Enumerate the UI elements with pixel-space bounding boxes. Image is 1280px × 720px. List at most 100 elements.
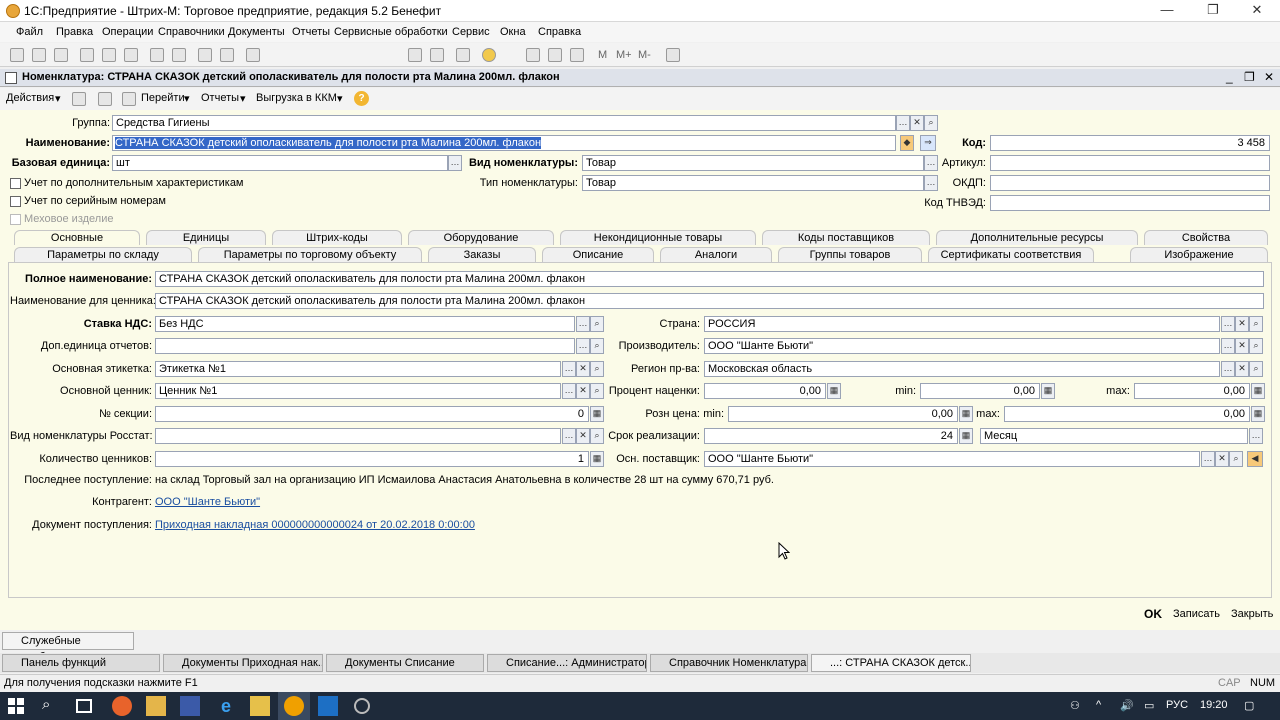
manufacturer-clear-icon[interactable]: ✕ xyxy=(1235,338,1249,354)
shelf-life-field[interactable]: 24 xyxy=(704,428,958,444)
item-kind-field[interactable]: Товар xyxy=(582,155,924,171)
window-tab-current[interactable]: ...: СТРАНА СКАЗОК детск... xyxy=(811,654,971,672)
outlook-icon[interactable] xyxy=(318,696,338,716)
tab-description[interactable]: Описание xyxy=(542,247,654,262)
group-select-button[interactable]: … xyxy=(896,115,910,131)
tab-units[interactable]: Единицы xyxy=(146,230,266,245)
actions-menu[interactable]: Действия xyxy=(6,92,54,104)
doc-minimize-icon[interactable]: _ xyxy=(1226,70,1233,84)
rosstat-clear-icon[interactable]: ✕ xyxy=(576,428,590,444)
menu-operations[interactable]: Операции xyxy=(102,26,153,38)
tab-substandard[interactable]: Некондиционные товары xyxy=(560,230,756,245)
main-supplier-field[interactable]: ООО "Шанте Бьюти" xyxy=(704,451,1200,467)
main-price-tag-select-button[interactable]: … xyxy=(562,383,576,399)
tab-product-groups[interactable]: Группы товаров xyxy=(778,247,922,262)
group-clear-icon[interactable]: ✕ xyxy=(910,115,924,131)
group-field[interactable]: Средства Гигиены xyxy=(112,115,896,131)
menu-file[interactable]: Файл xyxy=(16,26,43,38)
volume-icon[interactable]: 🔊 xyxy=(1120,699,1134,712)
price-tag-name-field[interactable]: СТРАНА СКАЗОК детский ополаскиватель для… xyxy=(155,293,1264,309)
main-supplier-clear-icon[interactable]: ✕ xyxy=(1215,451,1229,467)
country-search-icon[interactable]: ⌕ xyxy=(1249,316,1263,332)
serial-numbers-checkbox[interactable] xyxy=(10,196,21,207)
menu-service-tools[interactable]: Сервисные обработки xyxy=(334,26,448,38)
memory-minus-button[interactable]: M- xyxy=(638,49,651,61)
window-tab-receipts[interactable]: Документы Приходная нак... xyxy=(163,654,323,672)
retail-max-calc-icon[interactable]: ▦ xyxy=(1251,406,1265,422)
markup-min-field[interactable]: 0,00 xyxy=(920,383,1040,399)
country-clear-icon[interactable]: ✕ xyxy=(1235,316,1249,332)
article-field[interactable] xyxy=(990,155,1270,171)
kkm-dropdown-icon[interactable]: ▾ xyxy=(337,92,343,105)
name-field[interactable]: СТРАНА СКАЗОК детский ополаскиватель для… xyxy=(112,135,896,151)
extra-unit-select-button[interactable]: … xyxy=(576,338,590,354)
language-indicator[interactable]: РУС xyxy=(1166,699,1188,711)
menu-edit[interactable]: Правка xyxy=(56,26,93,38)
okdp-field[interactable] xyxy=(990,175,1270,191)
goto-dropdown-icon[interactable]: ▾ xyxy=(184,92,190,105)
edge-icon[interactable]: e xyxy=(216,696,236,716)
fur-item-checkbox[interactable] xyxy=(10,214,21,225)
full-name-field[interactable]: СТРАНА СКАЗОК детский ополаскиватель для… xyxy=(155,271,1264,287)
find-icon[interactable] xyxy=(246,48,260,62)
retail-min-field[interactable]: 0,00 xyxy=(728,406,958,422)
kkm-upload-menu[interactable]: Выгрузка в ККМ xyxy=(256,92,337,104)
price-tag-count-field[interactable]: 1 xyxy=(155,451,589,467)
window-tab-nomenclature[interactable]: Справочник Номенклатура xyxy=(650,654,808,672)
country-field[interactable]: РОССИЯ xyxy=(704,316,1220,332)
tab-warehouse-params[interactable]: Параметры по складу xyxy=(14,247,192,262)
tab-orders[interactable]: Заказы xyxy=(428,247,536,262)
tab-barcodes[interactable]: Штрих-коды xyxy=(272,230,402,245)
receipt-document-link[interactable]: Приходная накладная 000000000000024 от 2… xyxy=(155,519,475,531)
menu-service[interactable]: Сервис xyxy=(452,26,490,38)
start-icon[interactable] xyxy=(8,698,24,714)
tab-properties[interactable]: Свойства xyxy=(1144,230,1268,245)
region-search-icon[interactable]: ⌕ xyxy=(1249,361,1263,377)
search-next-icon[interactable] xyxy=(408,48,422,62)
markup-max-calc-icon[interactable]: ▦ xyxy=(1251,383,1265,399)
main-label-field[interactable]: Этикетка №1 xyxy=(155,361,561,377)
notes-icon[interactable] xyxy=(250,696,270,716)
cut-icon[interactable] xyxy=(80,48,94,62)
settings-icon[interactable] xyxy=(666,48,680,62)
markup-field[interactable]: 0,00 xyxy=(704,383,826,399)
manufacturer-search-icon[interactable]: ⌕ xyxy=(1249,338,1263,354)
shelf-life-unit-select-button[interactable]: … xyxy=(1249,428,1263,444)
help-icon[interactable] xyxy=(482,48,496,62)
firefox-icon[interactable] xyxy=(112,696,132,716)
menu-documents[interactable]: Документы xyxy=(228,26,285,38)
rosstat-select-button[interactable]: … xyxy=(562,428,576,444)
tab-equipment[interactable]: Оборудование xyxy=(408,230,554,245)
vat-field[interactable]: Без НДС xyxy=(155,316,575,332)
tab-extra-resources[interactable]: Дополнительные ресурсы xyxy=(936,230,1138,245)
tab-image[interactable]: Изображение xyxy=(1130,247,1268,262)
table-icon[interactable] xyxy=(570,48,584,62)
write-button[interactable]: Записать xyxy=(1173,608,1220,620)
extra-characteristics-checkbox[interactable] xyxy=(10,178,21,189)
tab-store-params[interactable]: Параметры по торговому объекту xyxy=(198,247,422,262)
main-supplier-select-button[interactable]: … xyxy=(1201,451,1215,467)
app-circle-icon[interactable] xyxy=(354,698,370,714)
window-tab-writeoff-list[interactable]: Документы Списание xyxy=(326,654,484,672)
redo-icon[interactable] xyxy=(220,48,234,62)
close-button[interactable]: Закрыть xyxy=(1231,608,1273,620)
memory-plus-button[interactable]: M+ xyxy=(616,49,632,61)
counterparty-link[interactable]: ООО "Шанте Бьюти" xyxy=(155,496,260,508)
main-price-tag-clear-icon[interactable]: ✕ xyxy=(576,383,590,399)
network-icon[interactable]: ▭ xyxy=(1144,699,1154,712)
paste-icon[interactable] xyxy=(124,48,138,62)
region-clear-icon[interactable]: ✕ xyxy=(1235,361,1249,377)
item-type-select-button[interactable]: … xyxy=(924,175,938,191)
reports-dropdown-icon[interactable]: ▾ xyxy=(240,92,246,105)
section-field[interactable]: 0 xyxy=(155,406,589,422)
window-tab-functions[interactable]: Панель функций xyxy=(2,654,160,672)
task-view-icon[interactable] xyxy=(76,699,92,713)
1c-icon[interactable] xyxy=(284,696,304,716)
markup-min-calc-icon[interactable]: ▦ xyxy=(1041,383,1055,399)
tab-certificates[interactable]: Сертификаты соответствия xyxy=(928,247,1094,262)
save-app-icon[interactable] xyxy=(180,696,200,716)
search-icon[interactable]: ⌕ xyxy=(42,696,62,716)
country-select-button[interactable]: … xyxy=(1221,316,1235,332)
save-icon[interactable] xyxy=(54,48,68,62)
markup-max-field[interactable]: 0,00 xyxy=(1134,383,1250,399)
